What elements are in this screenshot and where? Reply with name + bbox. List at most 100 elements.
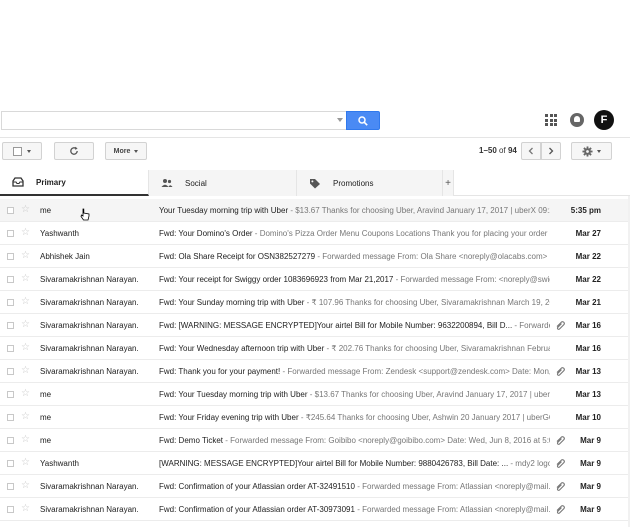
star-icon[interactable]: ☆ [21, 204, 30, 216]
refresh-button[interactable] [54, 142, 94, 160]
pager-range: 1–50 [479, 146, 497, 155]
email-sender: me [40, 413, 52, 422]
tab-social-label: Social [185, 178, 207, 188]
email-date: Mar 9 [580, 459, 601, 468]
search-button[interactable] [346, 111, 380, 130]
tab-social[interactable]: Social [149, 170, 297, 196]
pagination-status: 1–50 of 94 [479, 146, 517, 155]
chevron-down-icon [597, 149, 601, 153]
row-checkbox[interactable] [7, 460, 14, 467]
star-icon[interactable]: ☆ [21, 365, 30, 377]
star-icon[interactable]: ☆ [21, 273, 30, 285]
search-icon [358, 115, 368, 126]
attachment-icon [556, 436, 565, 445]
row-checkbox[interactable] [7, 368, 14, 375]
star-icon[interactable]: ☆ [21, 503, 30, 515]
email-row[interactable]: ☆ Yashwanth [WARNING: MESSAGE ENCRYPTED]Yo… [0, 452, 630, 475]
select-all-dropdown[interactable] [2, 142, 42, 160]
settings-button[interactable] [571, 142, 612, 160]
email-row[interactable]: ☆ Abhishek Jain Fwd: Ola Share Receipt for… [0, 245, 630, 268]
star-icon[interactable]: ☆ [21, 342, 30, 354]
attachment-icon [556, 321, 565, 330]
email-sender: me [40, 436, 52, 445]
email-row[interactable]: ☆ me Your Tuesday morning trip with Uber -… [0, 199, 630, 222]
email-subject-line: Your Tuesday morning trip with Uber - $1… [159, 206, 550, 215]
star-icon[interactable]: ☆ [21, 319, 30, 331]
email-subject: Your Tuesday morning trip with Uber [159, 206, 289, 215]
row-checkbox[interactable] [7, 414, 14, 421]
row-checkbox[interactable] [7, 253, 14, 260]
email-sender: Sivaramakrishnan Narayan. [40, 482, 139, 491]
email-row[interactable]: ☆ Sivaramakrishnan Narayan. Fwd: Your rece… [0, 268, 630, 291]
email-snippet: - Forwarded message From: Zendesk <suppo… [282, 367, 550, 376]
chevron-down-icon [27, 149, 31, 153]
email-row[interactable]: ☆ me Fwd: Your Friday evening trip with Ub… [0, 406, 630, 429]
star-icon[interactable]: ☆ [21, 388, 30, 400]
row-checkbox[interactable] [7, 299, 14, 306]
star-icon[interactable]: ☆ [21, 411, 30, 423]
email-row[interactable]: ☆ Yashwanth Fwd: Your Domino's Order - Dom… [0, 222, 630, 245]
email-subject-line: Fwd: Demo Ticket - Forwarded message Fro… [159, 436, 550, 445]
email-snippet: - $13.67 Thanks for choosing Uber, Aravi… [288, 206, 550, 215]
email-row[interactable]: ☆ Sivaramakrishnan Narayan. Fwd: Your Wedn… [0, 337, 630, 360]
email-subject-line: Fwd: Your Sunday morning trip with Uber … [159, 298, 550, 307]
row-checkbox[interactable] [7, 276, 14, 283]
email-snippet: - Forwarded message From: <noreply@swigg… [395, 275, 550, 284]
account-avatar[interactable]: F [594, 110, 614, 130]
email-row[interactable]: ☆ Sivaramakrishnan Narayan. Fwd: Confirmat… [0, 475, 630, 498]
attachment-icon [556, 505, 565, 514]
star-icon[interactable]: ☆ [21, 227, 30, 239]
email-row[interactable]: ☆ me Fwd: Your Tuesday morning trip with U… [0, 383, 630, 406]
row-checkbox[interactable] [7, 437, 14, 444]
search-box[interactable] [1, 111, 346, 131]
category-tabs: Primary Social Promotions + [0, 170, 630, 196]
email-subject-line: [WARNING: MESSAGE ENCRYPTED]Your airtel … [159, 459, 550, 468]
attachment-icon [556, 482, 565, 491]
search-options-chevron-icon[interactable] [337, 118, 343, 122]
email-subject: Fwd: Your Domino's Order [159, 229, 253, 238]
row-checkbox[interactable] [7, 230, 14, 237]
email-date: Mar 13 [575, 390, 601, 399]
email-date: Mar 13 [575, 367, 601, 376]
email-sender: Yashwanth [40, 459, 79, 468]
email-sender: Sivaramakrishnan Narayan. [40, 275, 139, 284]
email-sender: Sivaramakrishnan Narayan. [40, 344, 139, 353]
email-row[interactable]: ☆ Sivaramakrishnan Narayan. Fwd: [WARNING:… [0, 314, 630, 337]
row-checkbox[interactable] [7, 483, 14, 490]
row-checkbox[interactable] [7, 207, 14, 214]
search-input[interactable] [2, 113, 332, 131]
email-snippet: - Forwarded mes [514, 321, 550, 330]
row-checkbox[interactable] [7, 391, 14, 398]
apps-grid-icon[interactable] [545, 114, 557, 126]
email-row[interactable]: ☆ Sivaramakrishnan Narayan. Fwd: Your Sund… [0, 291, 630, 314]
tab-primary[interactable]: Primary [0, 170, 149, 196]
email-snippet: - Forwarded message From: Goibibo <norep… [223, 436, 550, 445]
email-snippet: - ₹ 202.76 Thanks for choosing Uber, Siv… [326, 344, 551, 353]
email-date: Mar 10 [575, 413, 601, 422]
email-row[interactable]: ☆ me Fwd: Demo Ticket - Forwarded message … [0, 429, 630, 452]
email-row[interactable]: ☆ Sivaramakrishnan Narayan. Fwd: Confirmat… [0, 498, 630, 521]
star-icon[interactable]: ☆ [21, 250, 30, 262]
add-tab-button[interactable]: + [443, 170, 454, 196]
email-sender: Sivaramakrishnan Narayan. [40, 321, 139, 330]
more-button[interactable]: More [105, 142, 147, 160]
row-checkbox[interactable] [7, 345, 14, 352]
row-checkbox[interactable] [7, 506, 14, 513]
star-icon[interactable]: ☆ [21, 480, 30, 492]
notifications-bell-icon[interactable] [570, 113, 584, 127]
plus-icon: + [445, 177, 451, 189]
select-all-checkbox[interactable] [13, 146, 22, 156]
star-icon[interactable]: ☆ [21, 434, 30, 446]
gear-icon [582, 145, 593, 157]
email-subject: Fwd: Confirmation of your Atlassian orde… [159, 482, 355, 491]
email-subject-line: Fwd: Your Tuesday morning trip with Uber… [159, 390, 550, 399]
previous-page-button[interactable] [521, 142, 541, 160]
row-checkbox[interactable] [7, 322, 14, 329]
tab-promotions[interactable]: Promotions [297, 170, 443, 196]
email-subject: Fwd: Your receipt for Swiggy order 10836… [159, 275, 394, 284]
refresh-icon [70, 146, 78, 155]
star-icon[interactable]: ☆ [21, 457, 30, 469]
next-page-button[interactable] [541, 142, 561, 160]
email-row[interactable]: ☆ Sivaramakrishnan Narayan. Fwd: Thank you… [0, 360, 630, 383]
star-icon[interactable]: ☆ [21, 296, 30, 308]
